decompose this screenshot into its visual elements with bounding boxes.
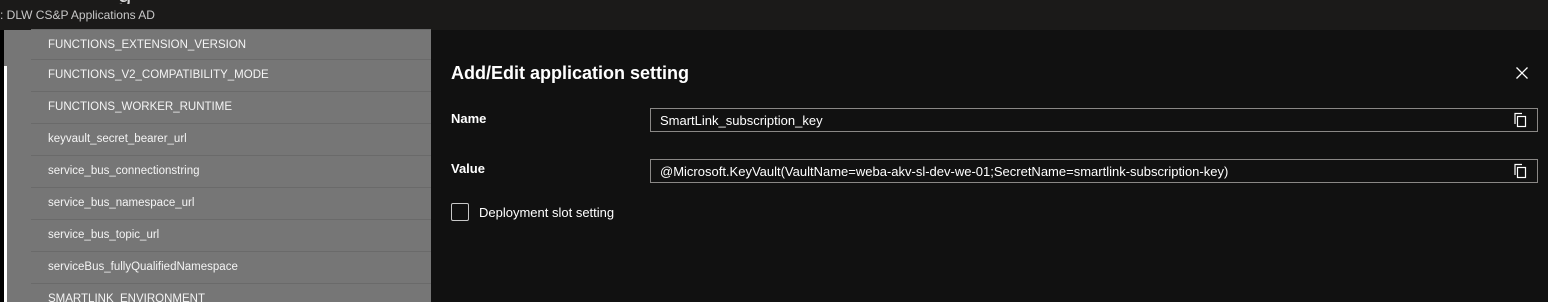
setting-row[interactable]: SMARTLINK_ENVIRONMENT — [31, 283, 431, 302]
copy-value-button[interactable] — [1512, 163, 1528, 179]
setting-row[interactable]: serviceBus_fullyQualifiedNamespace — [31, 251, 431, 283]
setting-row[interactable]: service_bus_connectionstring — [31, 155, 431, 187]
page-title: g — [118, 0, 178, 4]
setting-row[interactable]: FUNCTIONS_V2_COMPATIBILITY_MODE — [31, 59, 431, 91]
panel-title: Add/Edit application setting — [451, 63, 689, 83]
value-label: Value — [451, 161, 485, 176]
edit-setting-panel: Add/Edit application setting Name Value … — [431, 30, 1548, 302]
setting-name: SMARTLINK_ENVIRONMENT — [48, 293, 205, 302]
deployment-slot-label: Deployment slot setting — [479, 205, 615, 220]
setting-row[interactable]: FUNCTIONS_WORKER_RUNTIME — [31, 91, 431, 123]
setting-row[interactable]: service_bus_namespace_url — [31, 187, 431, 219]
setting-name: service_bus_topic_url — [48, 229, 160, 241]
deployment-slot-checkbox[interactable] — [451, 203, 469, 221]
list-edge — [4, 66, 7, 302]
setting-name: service_bus_connectionstring — [48, 165, 200, 177]
copy-icon — [1514, 112, 1527, 128]
setting-row[interactable]: service_bus_topic_url — [31, 219, 431, 251]
copy-icon — [1514, 163, 1527, 179]
setting-name: service_bus_namespace_url — [48, 197, 195, 209]
blade-header: g : DLW CS&P Applications AD — [0, 0, 1548, 30]
name-label: Name — [451, 111, 487, 126]
directory-subtitle: : DLW CS&P Applications AD — [0, 8, 155, 22]
name-field[interactable] — [650, 108, 1538, 132]
close-button[interactable] — [1512, 63, 1532, 83]
setting-name: FUNCTIONS_WORKER_RUNTIME — [48, 101, 233, 113]
setting-name: FUNCTIONS_V2_COMPATIBILITY_MODE — [48, 69, 269, 81]
value-field[interactable] — [650, 159, 1538, 183]
setting-row[interactable]: FUNCTIONS_EXTENSION_VERSION — [31, 29, 431, 61]
setting-name: FUNCTIONS_EXTENSION_VERSION — [48, 39, 247, 51]
setting-name: keyvault_secret_bearer_url — [48, 133, 187, 145]
setting-row[interactable]: keyvault_secret_bearer_url — [31, 123, 431, 155]
application-settings-list: FUNCTIONS_EXTENSION_VERSION FUNCTIONS_V2… — [0, 29, 431, 302]
setting-name: serviceBus_fullyQualifiedNamespace — [48, 261, 238, 273]
app-root: g : DLW CS&P Applications AD FUNCTIONS_E… — [0, 0, 1548, 302]
copy-name-button[interactable] — [1512, 112, 1528, 128]
close-icon — [1516, 67, 1528, 79]
